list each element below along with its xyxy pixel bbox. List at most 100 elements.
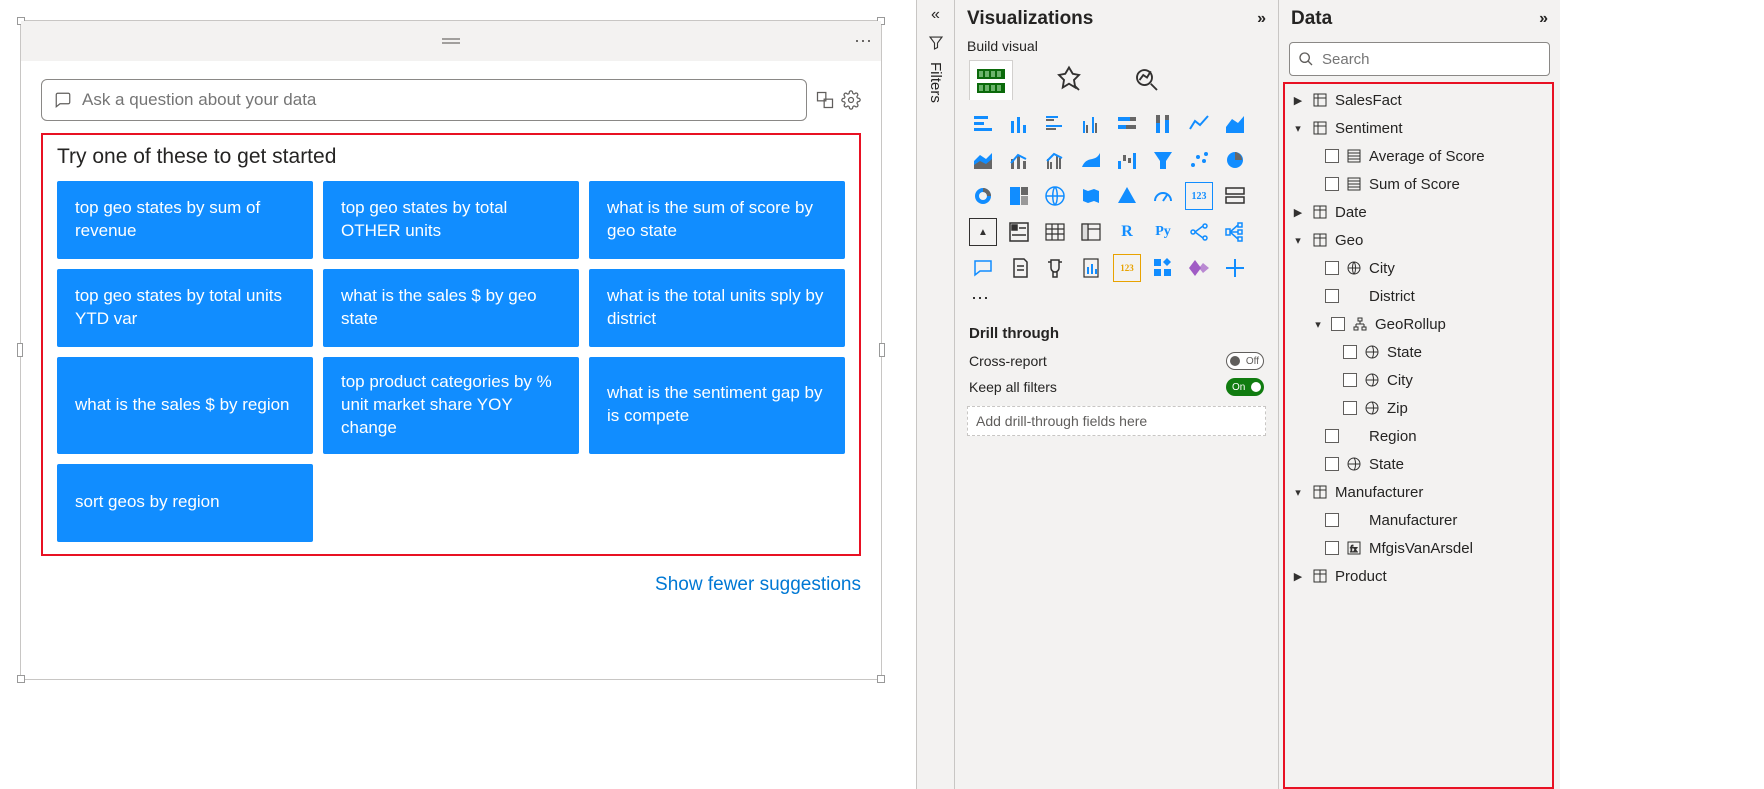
resize-handle[interactable] xyxy=(879,343,885,357)
more-options-icon[interactable]: ⋯ xyxy=(854,31,873,52)
stacked-area-icon[interactable] xyxy=(969,146,997,174)
stacked-bar-icon[interactable] xyxy=(969,110,997,138)
table-icon[interactable] xyxy=(1041,218,1069,246)
resize-handle[interactable] xyxy=(877,675,885,683)
gauge-icon[interactable] xyxy=(1149,182,1177,210)
convert-visual-icon[interactable] xyxy=(815,90,835,110)
checkbox[interactable] xyxy=(1331,317,1345,331)
field-geo-region[interactable]: Region xyxy=(1285,422,1552,450)
build-tab-fields[interactable] xyxy=(969,60,1013,100)
checkbox[interactable] xyxy=(1325,513,1339,527)
hundred-stacked-column-icon[interactable] xyxy=(1149,110,1177,138)
field-georollup-city[interactable]: City xyxy=(1285,366,1552,394)
checkbox[interactable] xyxy=(1325,149,1339,163)
ask-input[interactable] xyxy=(41,79,807,121)
chevron-right-icon[interactable]: ▶ xyxy=(1291,206,1305,219)
checkbox[interactable] xyxy=(1325,541,1339,555)
line-clustered-column-icon[interactable] xyxy=(1041,146,1069,174)
smart-narrative-icon[interactable] xyxy=(1005,254,1033,282)
field-manufacturer-name[interactable]: Manufacturer xyxy=(1285,506,1552,534)
azure-map-icon[interactable] xyxy=(1113,182,1141,210)
apps-icon[interactable] xyxy=(1149,254,1177,282)
qna-visual-icon[interactable] xyxy=(969,254,997,282)
chevron-right-icon[interactable]: ▶ xyxy=(1291,570,1305,583)
matrix-icon[interactable] xyxy=(1077,218,1105,246)
drill-through-dropzone[interactable]: Add drill-through fields here xyxy=(967,406,1266,436)
checkbox[interactable] xyxy=(1343,401,1357,415)
goals-icon[interactable] xyxy=(1041,254,1069,282)
key-influencers-icon[interactable] xyxy=(1185,218,1213,246)
table-product[interactable]: ▶ Product xyxy=(1285,562,1552,590)
field-mfgisvanarsdel[interactable]: fx MfgisVanArsdel xyxy=(1285,534,1552,562)
suggestion-card[interactable]: what is the sales $ by region xyxy=(57,357,313,454)
decomposition-tree-icon[interactable] xyxy=(1221,218,1249,246)
grip-icon[interactable] xyxy=(442,36,460,46)
checkbox[interactable] xyxy=(1325,457,1339,471)
suggestion-card[interactable]: what is the sum of score by geo state xyxy=(589,181,845,259)
power-automate-icon[interactable]: 123 xyxy=(1113,254,1141,282)
suggestion-card[interactable]: sort geos by region xyxy=(57,464,313,542)
chevron-down-icon[interactable]: ▾ xyxy=(1311,318,1325,331)
table-manufacturer[interactable]: ▾ Manufacturer xyxy=(1285,478,1552,506)
suggestion-card[interactable]: top geo states by total units YTD var xyxy=(57,269,313,347)
suggestion-card[interactable]: top geo states by total OTHER units xyxy=(323,181,579,259)
checkbox[interactable] xyxy=(1343,345,1357,359)
multirow-card-icon[interactable] xyxy=(1221,182,1249,210)
table-salesfact[interactable]: ▶ SalesFact xyxy=(1285,86,1552,114)
paginated-report-icon[interactable] xyxy=(1077,254,1105,282)
kpi-icon[interactable]: ▲ xyxy=(969,218,997,246)
suggestion-card[interactable]: top product categories by % unit market … xyxy=(323,357,579,454)
checkbox[interactable] xyxy=(1325,261,1339,275)
clustered-column-icon[interactable] xyxy=(1077,110,1105,138)
field-geo-city[interactable]: City xyxy=(1285,254,1552,282)
suggestion-card[interactable]: what is the sentiment gap by is compete xyxy=(589,357,845,454)
suggestion-card[interactable]: top geo states by sum of revenue xyxy=(57,181,313,259)
resize-handle[interactable] xyxy=(17,675,25,683)
chevron-down-icon[interactable]: ▾ xyxy=(1291,234,1305,247)
collapse-right-icon[interactable]: » xyxy=(1539,10,1548,28)
table-date[interactable]: ▶ Date xyxy=(1285,198,1552,226)
area-chart-icon[interactable] xyxy=(1221,110,1249,138)
collapse-right-icon[interactable]: » xyxy=(1257,10,1266,28)
funnel-icon[interactable] xyxy=(1149,146,1177,174)
field-sum-of-score[interactable]: Sum of Score xyxy=(1285,170,1552,198)
power-apps-icon[interactable] xyxy=(1185,254,1213,282)
pie-icon[interactable] xyxy=(1221,146,1249,174)
checkbox[interactable] xyxy=(1325,177,1339,191)
resize-handle[interactable] xyxy=(17,343,23,357)
field-georollup-state[interactable]: State xyxy=(1285,338,1552,366)
suggestion-card[interactable]: what is the total units sply by district xyxy=(589,269,845,347)
ribbon-chart-icon[interactable] xyxy=(1077,146,1105,174)
card-icon[interactable]: 123 xyxy=(1185,182,1213,210)
show-fewer-link[interactable]: Show fewer suggestions xyxy=(41,574,861,596)
python-visual-icon[interactable]: Py xyxy=(1149,218,1177,246)
checkbox[interactable] xyxy=(1343,373,1357,387)
filters-pane-collapsed[interactable]: « Filters xyxy=(916,0,954,789)
get-more-visuals-icon[interactable] xyxy=(1221,254,1249,282)
stacked-column-icon[interactable] xyxy=(1005,110,1033,138)
expand-left-icon[interactable]: « xyxy=(931,6,940,24)
treemap-icon[interactable] xyxy=(1005,182,1033,210)
r-visual-icon[interactable]: R xyxy=(1113,218,1141,246)
scatter-icon[interactable] xyxy=(1185,146,1213,174)
table-sentiment[interactable]: ▾ Sentiment xyxy=(1285,114,1552,142)
more-visuals-icon[interactable]: ⋯ xyxy=(955,286,1278,319)
field-average-of-score[interactable]: Average of Score xyxy=(1285,142,1552,170)
checkbox[interactable] xyxy=(1325,289,1339,303)
chevron-down-icon[interactable]: ▾ xyxy=(1291,486,1305,499)
line-chart-icon[interactable] xyxy=(1185,110,1213,138)
search-input[interactable] xyxy=(1289,42,1550,76)
donut-icon[interactable] xyxy=(969,182,997,210)
keep-all-filters-toggle[interactable]: On xyxy=(1226,378,1264,396)
checkbox[interactable] xyxy=(1325,429,1339,443)
search-field[interactable] xyxy=(1320,50,1541,69)
map-icon[interactable] xyxy=(1041,182,1069,210)
suggestion-card[interactable]: what is the sales $ by geo state xyxy=(323,269,579,347)
qna-visual[interactable]: ⋯ Try one of these to get started top ge… xyxy=(20,20,882,680)
ask-input-field[interactable] xyxy=(80,89,794,111)
cross-report-toggle[interactable]: Off xyxy=(1226,352,1264,370)
field-geo-state[interactable]: State xyxy=(1285,450,1552,478)
clustered-bar-icon[interactable] xyxy=(1041,110,1069,138)
chevron-right-icon[interactable]: ▶ xyxy=(1291,94,1305,107)
hundred-stacked-bar-icon[interactable] xyxy=(1113,110,1141,138)
